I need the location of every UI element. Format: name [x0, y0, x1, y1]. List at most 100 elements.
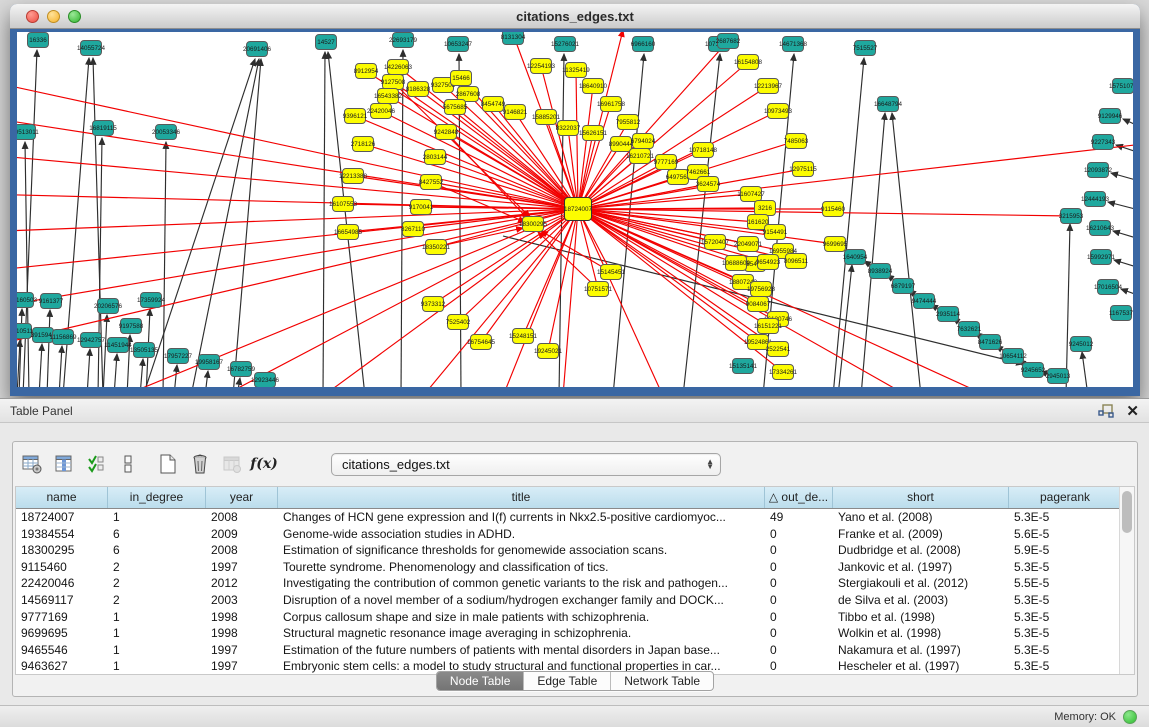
column-header-name[interactable]: name	[16, 487, 108, 508]
graph-node[interactable]: 20513011	[17, 125, 39, 140]
graph-node[interactable]: 20053346	[152, 125, 181, 140]
table-row[interactable]: 977716911998Corpus callosum shape and si…	[16, 609, 1119, 626]
table-row[interactable]: 1938455462009Genome-wide association stu…	[16, 526, 1119, 543]
graph-node[interactable]: 18350221	[422, 240, 451, 255]
graph-edge[interactable]	[205, 371, 208, 387]
select-all-check-icon[interactable]	[83, 451, 109, 477]
table-settings-icon[interactable]	[19, 451, 45, 477]
graph-edge[interactable]	[433, 209, 578, 304]
graph-node[interactable]: 9154491	[763, 225, 788, 240]
graph-node[interactable]: 20206576	[94, 299, 123, 314]
graph-node[interactable]: 6879197	[891, 279, 916, 294]
graph-node[interactable]: 15751074	[1109, 79, 1133, 94]
show-columns-icon[interactable]	[51, 451, 77, 477]
graph-edge[interactable]	[59, 346, 62, 387]
graph-edge[interactable]	[1113, 231, 1133, 240]
graph-node[interactable]: 1167537	[1109, 306, 1133, 321]
column-header-short[interactable]: short	[833, 487, 1009, 508]
graph-node[interactable]: 9777169	[654, 155, 679, 170]
graph-node[interactable]: 6794024	[631, 134, 656, 149]
graph-edge[interactable]	[1082, 352, 1088, 387]
graph-edge[interactable]	[683, 54, 720, 387]
graph-node[interactable]: 9699695	[823, 237, 848, 252]
graph-node[interactable]: 16819115	[89, 121, 117, 136]
column-header-out_de[interactable]: △ out_de...	[765, 487, 833, 508]
graph-node[interactable]: 16782759	[227, 362, 256, 377]
graph-node[interactable]: 7525402	[446, 315, 471, 330]
table-selector-dropdown[interactable]: citations_edges.txt ▲▼	[331, 453, 721, 476]
graph-edge[interactable]	[163, 142, 166, 387]
graph-node[interactable]: 17016504	[1094, 280, 1123, 295]
table-row[interactable]: 2242004622012Investigating the contribut…	[16, 575, 1119, 592]
graph-node[interactable]: 7632621	[957, 322, 982, 337]
graph-edge[interactable]	[1123, 119, 1133, 128]
graph-node[interactable]: 14226063	[384, 60, 413, 75]
rows-mode-icon[interactable]	[115, 451, 141, 477]
graph-node[interactable]: 19958167	[195, 355, 224, 370]
graph-edge[interactable]	[563, 209, 578, 387]
graph-node[interactable]: 7515527	[853, 41, 878, 56]
network-canvas[interactable]: 1633614055724206914061452722693179106532…	[17, 32, 1133, 387]
graph-node[interactable]: 16210721	[626, 149, 655, 164]
graph-node[interactable]: 20691406	[243, 42, 272, 57]
graph-node[interactable]: 9373312	[421, 297, 446, 312]
graph-node[interactable]: 7485063	[784, 134, 809, 149]
graph-node[interactable]: 8186328	[406, 82, 431, 97]
graph-edge[interactable]	[140, 359, 143, 387]
graph-node[interactable]: 15466	[451, 71, 472, 86]
graph-node[interactable]: 1640954	[843, 250, 868, 265]
graph-node[interactable]: 13505135	[130, 343, 159, 358]
graph-edge[interactable]	[237, 378, 240, 387]
graph-node[interactable]: 9245012	[1069, 337, 1094, 352]
graph-node[interactable]: 12923446	[251, 373, 280, 388]
graph-node[interactable]: 12213967	[754, 79, 783, 94]
graph-node[interactable]: 9115460	[821, 202, 846, 217]
graph-node[interactable]: 9474444	[912, 294, 937, 309]
graph-node[interactable]: 14527	[316, 35, 337, 50]
graph-node[interactable]: 15135141	[729, 359, 758, 374]
graph-node[interactable]: 9127508	[381, 75, 406, 90]
graph-node[interactable]: 16543382	[374, 89, 403, 104]
graph-node[interactable]: 19245021	[534, 344, 563, 359]
graph-node[interactable]: 8131304	[501, 32, 526, 45]
graph-node[interactable]: 16754645	[467, 335, 496, 350]
graph-edge[interactable]	[328, 52, 365, 387]
graph-edge[interactable]	[1066, 224, 1070, 387]
graph-node[interactable]: 14055724	[77, 41, 106, 56]
graph-edge[interactable]	[174, 365, 177, 387]
memory-ok-icon[interactable]	[1123, 710, 1137, 724]
graph-node[interactable]: 17334261	[769, 365, 798, 380]
import-table-icon[interactable]	[219, 451, 245, 477]
graph-node[interactable]: 16210643	[1086, 221, 1115, 236]
graph-edge[interactable]	[578, 104, 611, 209]
graph-node[interactable]: 11156869	[49, 330, 77, 345]
column-header-year[interactable]: year	[206, 487, 278, 508]
table-row[interactable]: 946554611997Estimation of the future num…	[16, 642, 1119, 659]
create-table-icon[interactable]	[155, 451, 181, 477]
close-window-icon[interactable]	[26, 10, 39, 23]
graph-node[interactable]: 18724007	[564, 198, 593, 221]
table-row[interactable]: 1830029562008Estimation of significance …	[16, 542, 1119, 559]
graph-node[interactable]: 7955812	[616, 115, 641, 130]
graph-edge[interactable]	[87, 349, 90, 387]
table-row[interactable]: 969969511998Structural magnetic resonanc…	[16, 625, 1119, 642]
graph-node[interactable]: 12975115	[789, 162, 817, 177]
graph-node[interactable]: 11607427	[737, 187, 765, 202]
graph-node[interactable]: 18300295	[519, 217, 548, 232]
graph-node[interactable]: 9242848	[434, 125, 459, 140]
graph-node[interactable]: 2718126	[351, 137, 376, 152]
graph-node[interactable]: 12444193	[1081, 192, 1110, 207]
graph-edge[interactable]	[838, 265, 852, 387]
graph-node[interactable]: 12942757	[77, 333, 106, 348]
graph-node[interactable]: 11451944	[104, 338, 132, 353]
function-builder-icon[interactable]: f(x)	[251, 451, 277, 477]
graph-node[interactable]: 15145451	[597, 265, 626, 280]
graph-edge[interactable]	[103, 315, 107, 387]
graph-node[interactable]: 6966160	[631, 37, 656, 52]
graph-node[interactable]: 2935114	[936, 307, 961, 322]
column-header-title[interactable]: title	[278, 487, 765, 508]
graph-edge[interactable]	[1111, 173, 1133, 182]
column-header-in_degree[interactable]: in_degree	[108, 487, 206, 508]
graph-edge[interactable]	[1114, 260, 1133, 269]
graph-node[interactable]: 17359924	[137, 293, 166, 308]
